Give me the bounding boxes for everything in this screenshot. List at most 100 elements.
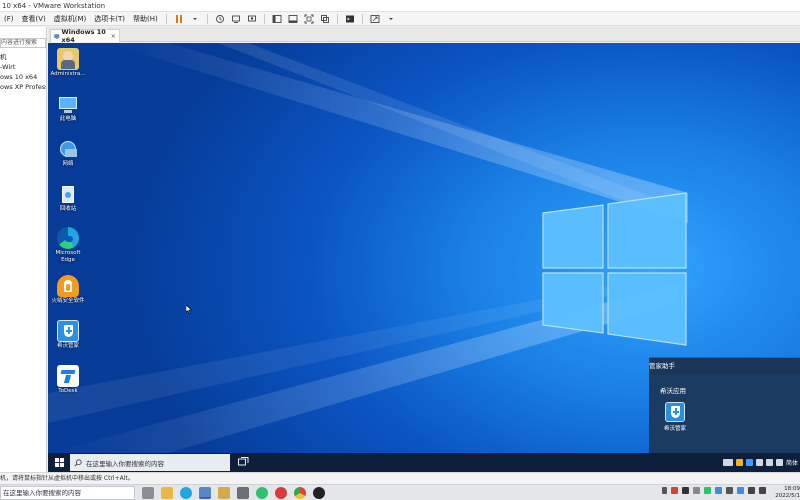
- revert-icon[interactable]: [230, 13, 242, 24]
- tab-windows10[interactable]: Windows 10 x64 ×: [50, 28, 120, 44]
- toolbar-divider: [361, 13, 363, 24]
- chevron-up-icon[interactable]: [775, 459, 783, 466]
- dropdown-icon[interactable]: [385, 13, 397, 24]
- todesk-icon: [57, 365, 79, 387]
- seewo-shield-icon: [57, 320, 79, 342]
- host-pinned-apps: [142, 487, 325, 499]
- task-view-icon[interactable]: [238, 457, 249, 467]
- edge-icon: [57, 227, 79, 249]
- ime-indicator[interactable]: 简体: [786, 458, 798, 467]
- network-icon[interactable]: [748, 487, 755, 494]
- notification-app-seewo[interactable]: 希沃管家: [660, 402, 690, 432]
- wechat-icon[interactable]: [256, 487, 268, 499]
- assistant-notification-panel: 管家助手 希沃应用 希沃管家: [649, 357, 800, 453]
- desktop-icon-this-pc[interactable]: 此电脑: [48, 93, 88, 123]
- menu-file[interactable]: (F): [0, 15, 18, 23]
- desktop-icon-huorong[interactable]: 火绒安全软件: [48, 275, 88, 305]
- fullscreen-icon[interactable]: [303, 13, 315, 24]
- keyboard-icon[interactable]: [722, 459, 733, 466]
- guest-desktop[interactable]: Administra... 此电脑 网络 回收站 Microsoft Edge: [48, 43, 800, 453]
- search-icon: [74, 458, 82, 467]
- notification-title: 管家助手: [649, 358, 800, 375]
- taskbar-search-input[interactable]: 在这里输入你要搜索的内容: [70, 454, 230, 471]
- close-icon[interactable]: ×: [111, 32, 116, 40]
- chrome-icon[interactable]: [294, 487, 306, 499]
- host-clock[interactable]: 18:09 2022/5/1: [770, 486, 800, 500]
- edge-icon[interactable]: [180, 487, 192, 499]
- vm-icon: [54, 33, 60, 39]
- toolbar-divider: [263, 13, 265, 24]
- menu-bar: (F) 查看(V) 虚拟机(M) 选项卡(T) 帮助(H): [0, 12, 800, 26]
- toolbar-divider: [336, 13, 338, 24]
- snapshot-manager-icon[interactable]: [246, 13, 258, 24]
- mouse-cursor-icon: [186, 305, 192, 314]
- desktop-icon-edge[interactable]: Microsoft Edge: [48, 227, 88, 264]
- host-system-tray: [662, 487, 766, 494]
- host-taskbar: 在这里输入你要搜索的内容 18:09 2022/5/1: [0, 484, 800, 500]
- clock-date: 2022/5/1: [775, 493, 800, 499]
- computer-icon: [57, 93, 79, 115]
- library-panel: 内容进行搜索 机 -Wirt ows 10 x64 ows XP Profess…: [0, 27, 47, 473]
- dropdown-icon[interactable]: [189, 13, 201, 24]
- library-search-input[interactable]: 内容进行搜索: [0, 38, 46, 48]
- library-tree: 机 -Wirt ows 10 x64 ows XP Professic: [0, 52, 46, 92]
- menu-view[interactable]: 查看(V): [18, 14, 50, 24]
- tray-app-icon[interactable]: [726, 487, 733, 494]
- guest-taskbar: 在这里输入你要搜索的内容 简体: [48, 453, 800, 472]
- tray-app-icon[interactable]: [737, 487, 744, 494]
- clock-time: 18:09: [784, 486, 800, 492]
- menu-vm[interactable]: 虚拟机(M): [50, 14, 91, 24]
- tab-label: Windows 10 x64: [61, 28, 106, 44]
- desktop-icon-network[interactable]: 网络: [48, 138, 88, 168]
- shield-icon[interactable]: [735, 459, 743, 466]
- library-item-windows10[interactable]: ows 10 x64: [0, 72, 46, 82]
- library-item-windowsxp[interactable]: ows XP Professic: [0, 82, 46, 92]
- network-icon[interactable]: [755, 459, 763, 466]
- tab-strip: Windows 10 x64 ×: [48, 27, 800, 44]
- toolbar-divider: [206, 13, 208, 24]
- snapshot-icon[interactable]: [214, 13, 226, 24]
- media-player-icon[interactable]: [313, 487, 325, 499]
- windows-start-icon: [54, 458, 64, 467]
- unity-icon[interactable]: [319, 13, 331, 24]
- stretch-icon[interactable]: [369, 13, 381, 24]
- sound-icon[interactable]: [765, 459, 773, 466]
- desktop-icon-recycle-bin[interactable]: 回收站: [48, 183, 88, 213]
- recycle-bin-icon: [57, 183, 79, 205]
- tray-app-icon[interactable]: [671, 487, 678, 494]
- folder-icon[interactable]: [161, 487, 173, 499]
- netease-music-icon[interactable]: [275, 487, 287, 499]
- view-console-icon[interactable]: [287, 13, 299, 24]
- huorong-icon: [57, 275, 79, 297]
- network-icon: [57, 138, 79, 160]
- menu-tabs[interactable]: 选项卡(T): [90, 14, 129, 24]
- notification-section-label: 希沃应用: [660, 387, 686, 395]
- video-editor-icon[interactable]: [237, 487, 249, 499]
- chevron-up-icon[interactable]: [662, 487, 667, 494]
- task-view-icon[interactable]: [142, 487, 154, 499]
- taskbar-search-placeholder: 在这里输入你要搜索的内容: [86, 459, 164, 468]
- tray-app-icon[interactable]: [715, 487, 722, 494]
- tray-app-icon[interactable]: [704, 487, 711, 494]
- start-button[interactable]: [48, 453, 70, 472]
- toolbar-divider: [165, 13, 167, 24]
- photos-icon[interactable]: [218, 487, 230, 499]
- tray-app-icon[interactable]: [682, 487, 689, 494]
- seewo-shield-icon: [665, 402, 685, 422]
- library-item-vm[interactable]: -Wirt: [0, 62, 46, 72]
- terminal-icon[interactable]: [344, 13, 356, 24]
- tray-app-icon[interactable]: [693, 487, 700, 494]
- host-search-input[interactable]: 在这里输入你要搜索的内容: [0, 486, 135, 500]
- window-title: 10 x64 - VMware Workstation: [0, 0, 800, 12]
- menu-help[interactable]: 帮助(H): [129, 14, 162, 24]
- desktop-icon-todesk[interactable]: ToDesk: [48, 365, 88, 395]
- vmware-icon[interactable]: [199, 487, 211, 499]
- desktop-icon-seewo[interactable]: 希沃管家: [48, 320, 88, 350]
- library-item-my-computer[interactable]: 机: [0, 52, 46, 62]
- pause-icon[interactable]: [173, 13, 185, 24]
- desktop-icon-administrator[interactable]: Administra...: [48, 48, 88, 78]
- sound-icon[interactable]: [759, 487, 766, 494]
- seewo-tray-icon[interactable]: [745, 459, 753, 466]
- view-normal-icon[interactable]: [271, 13, 283, 24]
- user-folder-icon: [57, 48, 79, 70]
